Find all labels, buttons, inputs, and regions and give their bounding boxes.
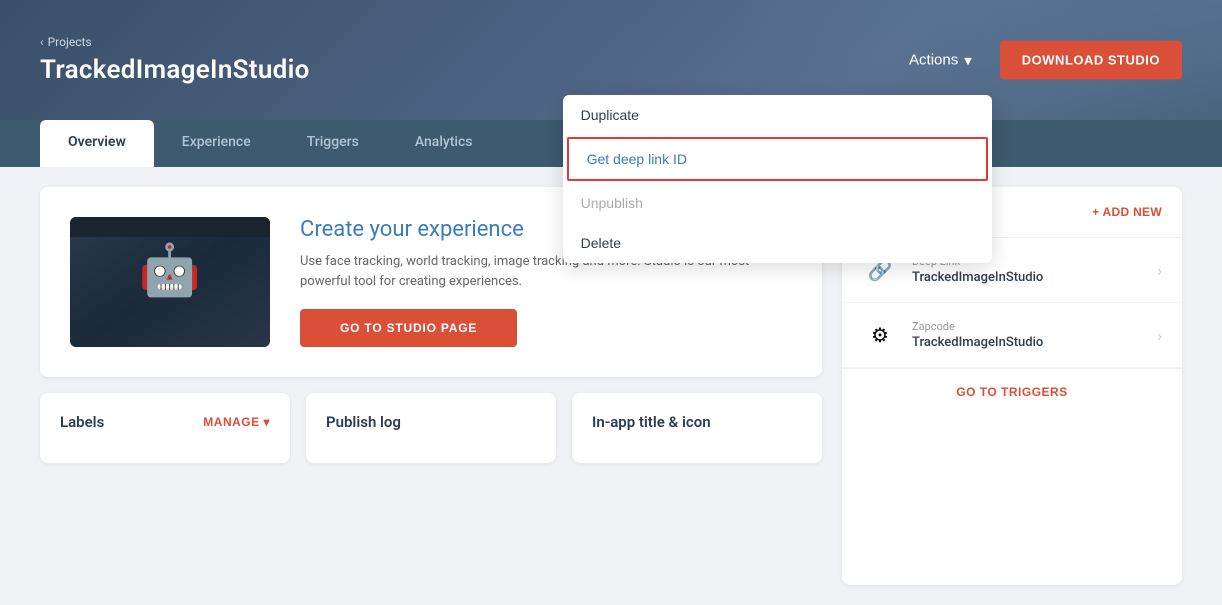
trigger-info-zapcode: Zapcode TrackedImageInStudio [912, 320, 1043, 350]
breadcrumb-label[interactable]: Projects [48, 35, 92, 49]
labels-title: Labels [60, 413, 104, 431]
actions-chevron-icon: ▾ [964, 51, 972, 69]
bottom-cards: Labels MANAGE ▾ Publish log In-app title… [40, 393, 822, 463]
trigger-type-zapcode: Zapcode [912, 320, 1043, 333]
labels-card-header: Labels MANAGE ▾ [60, 413, 270, 431]
dropdown-get-deep-link[interactable]: Get deep link ID [567, 137, 988, 181]
publish-log-title: Publish log [326, 413, 401, 431]
labels-card: Labels MANAGE ▾ [40, 393, 290, 463]
trigger-name-deeplink: TrackedImageInStudio [912, 270, 1043, 285]
tab-triggers[interactable]: Triggers [279, 120, 387, 167]
trigger-chevron-zapcode: › [1157, 326, 1162, 345]
tab-overview[interactable]: Overview [40, 120, 154, 167]
dropdown-delete[interactable]: Delete [563, 223, 992, 263]
add-new-trigger-button[interactable]: + ADD NEW [1092, 205, 1162, 219]
tab-analytics[interactable]: Analytics [387, 120, 501, 167]
go-to-studio-button[interactable]: GO TO STUDIO PAGE [300, 309, 517, 347]
dropdown-duplicate[interactable]: Duplicate [563, 95, 992, 135]
zapcode-icon: ⚙ [862, 317, 898, 353]
trigger-left-zapcode: ⚙ Zapcode TrackedImageInStudio [862, 317, 1043, 353]
manage-labels-button[interactable]: MANAGE ▾ [203, 415, 270, 429]
inapp-card: In-app title & icon [572, 393, 822, 463]
inapp-title: In-app title & icon [592, 413, 711, 431]
trigger-chevron-deeplink: › [1157, 261, 1162, 280]
go-to-triggers-button[interactable]: GO TO TRIGGERS [842, 368, 1182, 415]
publish-log-header: Publish log [326, 413, 536, 431]
inapp-header: In-app title & icon [592, 413, 802, 431]
publish-log-card: Publish log [306, 393, 556, 463]
header-actions: Actions ▾ DOWNLOAD STUDIO [897, 41, 1182, 80]
download-studio-button[interactable]: DOWNLOAD STUDIO [1000, 41, 1182, 80]
breadcrumb-arrow: ‹ [40, 35, 44, 49]
actions-label: Actions [909, 52, 958, 69]
actions-button[interactable]: Actions ▾ [897, 43, 984, 77]
studio-screenshot [70, 217, 270, 347]
trigger-item-zapcode[interactable]: ⚙ Zapcode TrackedImageInStudio › [842, 303, 1182, 368]
dropdown-unpublish: Unpublish [563, 183, 992, 223]
tab-experience[interactable]: Experience [154, 120, 279, 167]
actions-dropdown-menu: Duplicate Get deep link ID Unpublish Del… [563, 95, 992, 263]
trigger-name-zapcode: TrackedImageInStudio [912, 335, 1043, 350]
